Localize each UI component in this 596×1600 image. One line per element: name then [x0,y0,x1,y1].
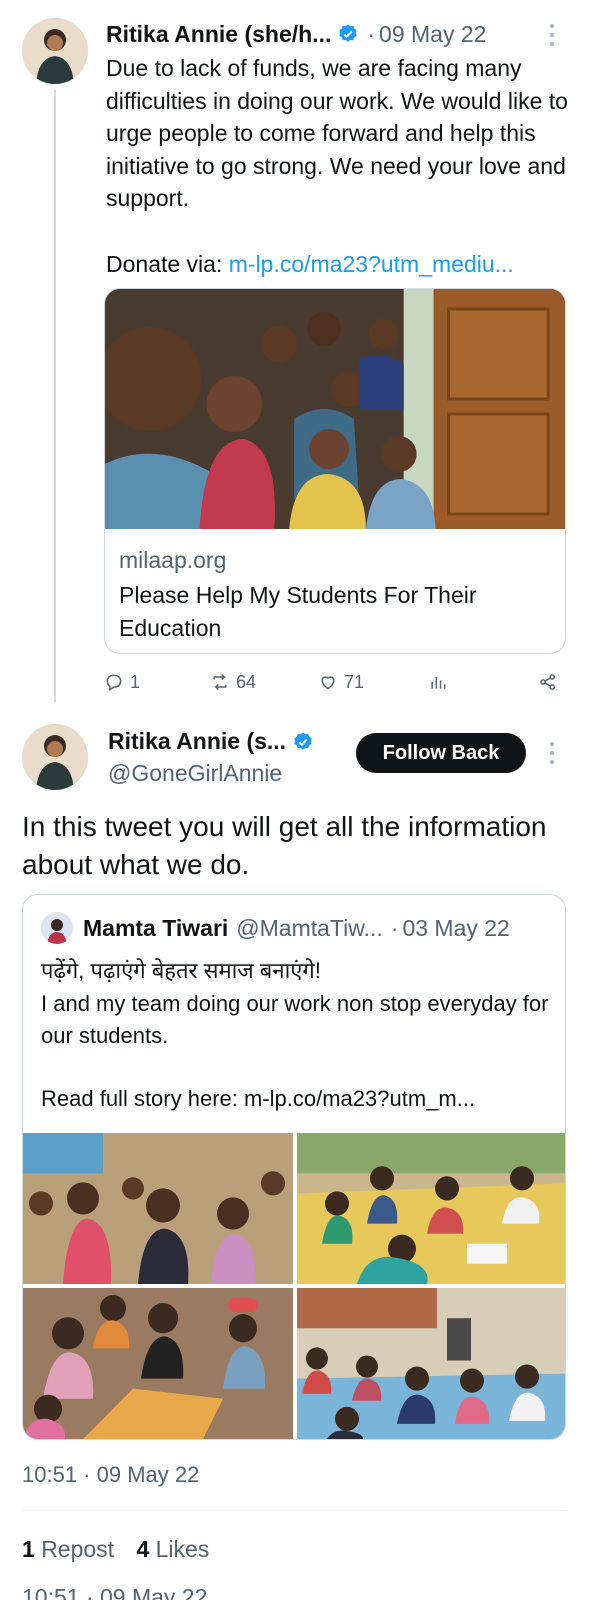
donate-link[interactable]: m-lp.co/ma23?utm_mediu... [229,251,514,277]
tweet-date[interactable]: 09 May 22 [379,21,486,48]
tweet-text: In this tweet you will get all the infor… [22,811,547,880]
likes-count: 4 [136,1536,150,1562]
reposts-stat[interactable]: 1 Repost [22,1536,114,1562]
quote-avatar [41,912,73,944]
more-vertical-icon[interactable] [549,742,555,768]
like-count: 71 [344,671,365,692]
thread-connector-line [54,90,56,702]
media-image[interactable] [23,1133,293,1284]
like-button[interactable]: 71 [318,668,364,696]
avatar[interactable] [22,18,88,84]
media-image[interactable] [297,1133,565,1284]
tweet-text: Due to lack of funds, we are facing many… [106,55,568,211]
share-button[interactable] [538,668,558,696]
reply-count: 1 [130,671,141,692]
likes-label: Likes [155,1536,210,1562]
avatar[interactable] [22,724,88,790]
card-domain: milaap.org [119,547,227,573]
repost-count: 64 [236,671,257,692]
reposts-label: Repost [41,1536,115,1562]
quote-header: Mamta Tiwari @MamtaTiw... · 03 May 22 [41,912,510,944]
readmore-prefix: Read full story here: [41,1086,238,1111]
quote-readmore: Read full story here: m-lp.co/ma23?utm_m… [41,1083,551,1115]
header-separator: · [367,20,376,47]
tweet-timestamp[interactable]: 10:51 · 09 May 22 [22,1462,199,1488]
repost-icon [213,673,227,691]
verified-badge-icon [339,24,358,42]
quote-text-hindi: पढ़ेंगे, पढ़ाएंगे बेहतर समाज बनाएंगे! [41,958,321,983]
link-preview-card[interactable]: milaap.org Please Help My Students For T… [104,288,566,654]
quote-date: 03 May 22 [402,914,510,941]
tweet-actions-bar: 1 64 71 [104,668,566,696]
reply-icon [106,674,122,691]
quote-media-grid [23,1133,565,1439]
card-image [105,289,565,529]
engagement-stats: 1 Repost 4 Likes [22,1536,209,1563]
quote-text: पढ़ेंगे, पढ़ाएंगे बेहतर समाज बनाएंगे! I … [41,955,551,1053]
cutoff-timestamp: 10:51 · 09 May 22 [22,1584,208,1600]
repost-button[interactable]: 64 [210,668,256,696]
quote-author-handle: @MamtaTiw... [236,914,383,941]
like-icon [321,676,335,690]
follow-back-button[interactable]: Follow Back [356,733,526,773]
quoted-tweet[interactable]: Mamta Tiwari @MamtaTiw... · 03 May 22 पढ… [22,894,566,1440]
divider [22,1510,566,1511]
donate-prefix: Donate via: [106,251,223,277]
share-icon [540,674,555,690]
views-button[interactable] [428,668,448,696]
author-name-row: Ritika Annie (s... [108,728,314,755]
media-image[interactable] [23,1288,293,1439]
author-name[interactable]: Ritika Annie (she/h... [106,21,331,48]
more-vertical-icon[interactable] [549,24,555,50]
quote-text-english: I and my team doing our work non stop ev… [41,990,549,1049]
media-image[interactable] [297,1288,565,1439]
reply-button[interactable]: 1 [104,668,140,696]
quote-author-name: Mamta Tiwari [83,914,229,941]
reposts-count: 1 [22,1536,35,1562]
card-title: Please Help My Students For Their Educat… [119,582,477,641]
views-icon [431,677,446,689]
quote-date-separator: · [390,914,399,941]
donate-line: Donate via: m-lp.co/ma23?utm_mediu... [106,248,576,280]
author-handle[interactable]: @GoneGirlAnnie [108,760,282,787]
author-name[interactable]: Ritika Annie (s... [108,728,286,755]
tweet-header: Ritika Annie (she/h... · 09 May 22 [106,16,566,52]
readmore-link: m-lp.co/ma23?utm_m... [244,1086,476,1111]
likes-stat[interactable]: 4 Likes [136,1536,209,1562]
verified-badge-icon [294,731,312,750]
